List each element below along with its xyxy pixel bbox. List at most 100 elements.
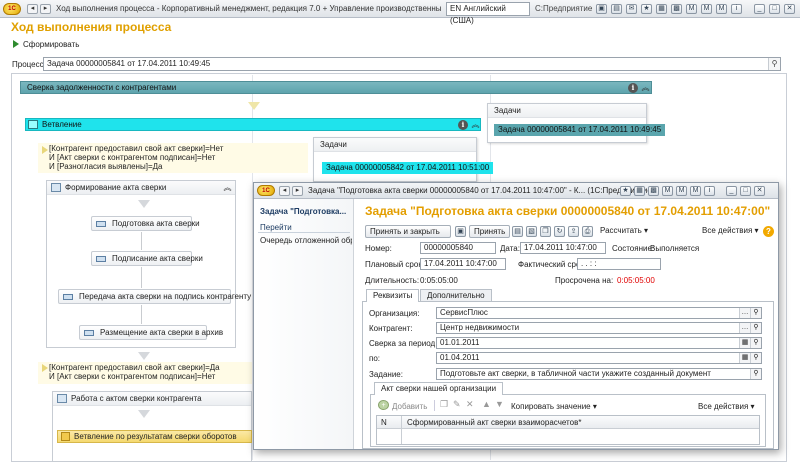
tab-our-act[interactable]: Акт сверки нашей организации <box>374 382 504 395</box>
step-transfer[interactable]: Передача акта сверки на подпись контраге… <box>58 289 251 304</box>
copy-value-button[interactable]: Копировать значение ▾ <box>511 402 597 411</box>
date-field[interactable]: 17.04.2011 10:47:00 <box>520 242 606 254</box>
structure-icon[interactable]: ▧ <box>526 226 537 237</box>
calendar-icon[interactable]: ▦ <box>634 186 645 196</box>
search-icon[interactable]: ⚲ <box>750 369 761 379</box>
search-icon[interactable]: ⚲ <box>750 353 761 363</box>
help-icon[interactable]: ? <box>763 226 774 237</box>
calendar-icon[interactable]: ▦ <box>739 353 750 363</box>
move-up-icon[interactable]: ▲ <box>482 399 491 409</box>
delete-icon[interactable]: ✕ <box>466 399 474 410</box>
app-logo-icon[interactable]: 1С <box>3 3 21 15</box>
collapse-icon[interactable]: ︽ <box>640 82 651 93</box>
list-icon[interactable]: … <box>739 323 750 333</box>
minimize-icon[interactable]: _ <box>726 186 737 196</box>
print-icon[interactable]: ⎙ <box>582 226 593 237</box>
generate-button[interactable]: Сформировать <box>13 40 79 49</box>
copy-icon[interactable]: ❐ <box>440 399 448 410</box>
save-icon[interactable]: ▣ <box>596 4 607 14</box>
info-icon[interactable]: i <box>731 4 742 14</box>
collapse-icon[interactable]: ︽ <box>470 119 481 130</box>
all-actions-button[interactable]: Все действия ▾ <box>698 225 763 238</box>
search-icon[interactable]: ⚲ <box>750 308 761 318</box>
calculator-icon[interactable]: ▩ <box>671 4 682 14</box>
star-icon[interactable]: ★ <box>641 4 652 14</box>
accept-button[interactable]: Принять <box>469 225 511 238</box>
period-from-field[interactable]: 01.01.2011 ▦ ⚲ <box>436 337 762 349</box>
memory-clear-icon[interactable]: M <box>690 186 701 196</box>
state-value: Выполняется <box>650 244 700 253</box>
back-icon[interactable]: ◂ <box>27 4 38 14</box>
work-panel-header[interactable]: Работа с актом сверки контрагента <box>53 392 251 406</box>
copy-icon[interactable]: ❐ <box>540 226 551 237</box>
list-icon[interactable]: … <box>739 308 750 318</box>
stage-header-reconciliation[interactable]: Сверка задолженности с контрагентами i ︽ <box>20 81 652 94</box>
sidebar-item-queue[interactable]: Очередь отложенной обра... <box>260 236 352 245</box>
print-icon[interactable]: ▤ <box>611 4 622 14</box>
collapse-icon[interactable]: ︽ <box>222 182 233 193</box>
branch-results-header[interactable]: Ветвление по результатам сверки оборотов <box>57 430 252 443</box>
memory-plus-icon[interactable]: M <box>662 186 673 196</box>
condition-arrow-icon <box>42 146 48 154</box>
task-field[interactable]: Подготовьте акт сверки, в табличной част… <box>436 368 762 380</box>
add-button[interactable]: Добавить <box>392 402 427 411</box>
save-icon[interactable]: ▣ <box>455 226 466 237</box>
process-input[interactable]: Задача 00000005841 от 17.04.2011 10:49:4… <box>43 57 781 71</box>
mail-icon[interactable]: ✉ <box>626 4 637 14</box>
edit-icon[interactable]: ✎ <box>453 399 461 410</box>
col-n-header[interactable]: N <box>381 418 387 427</box>
search-icon[interactable]: ⚲ <box>768 58 780 70</box>
branch-header[interactable]: Ветвление i ︽ <box>25 118 481 131</box>
step-prepare[interactable]: Подготовка акта сверки <box>91 216 200 231</box>
tab-additional[interactable]: Дополнительно <box>420 289 492 301</box>
planned-field[interactable]: 17.04.2011 10:47:00 <box>420 258 506 270</box>
forward-icon[interactable]: ▸ <box>292 186 303 196</box>
app-logo-icon[interactable]: 1С <box>257 185 275 196</box>
back-icon[interactable]: ◂ <box>279 186 290 196</box>
tab-requisites[interactable]: Реквизиты <box>366 289 420 302</box>
calculator-icon[interactable]: ▩ <box>648 186 659 196</box>
org-field[interactable]: СервисПлюс… ⚲ <box>436 307 762 319</box>
calculate-button[interactable]: Рассчитать ▾ <box>596 225 652 238</box>
search-icon[interactable]: ⚲ <box>750 338 761 348</box>
language-indicator[interactable]: EN Английский (США) <box>446 2 530 25</box>
step-archive[interactable]: Размещение акта сверки в архив <box>79 325 223 340</box>
period-to-field[interactable]: 01.04.2011 ▦ ⚲ <box>436 352 762 364</box>
document-icon[interactable]: ▤ <box>512 226 523 237</box>
close-icon[interactable]: ✕ <box>754 186 765 196</box>
calendar-icon[interactable]: ▦ <box>656 4 667 14</box>
maximize-icon[interactable]: □ <box>740 186 751 196</box>
table-all-actions-button[interactable]: Все действия ▾ <box>698 402 755 411</box>
task-link-branch[interactable]: Задача 00000005842 от 17.04.2011 10:51:0… <box>322 162 494 174</box>
memory-clear-icon[interactable]: M <box>716 4 727 14</box>
info-icon[interactable]: i <box>704 186 715 196</box>
condition-arrow-icon <box>42 364 48 372</box>
accept-close-button[interactable]: Принять и закрыть <box>365 225 451 238</box>
step-sign[interactable]: Подписание акта сверки <box>91 251 203 266</box>
search-icon[interactable]: ⚲ <box>750 323 761 333</box>
maximize-icon[interactable]: □ <box>769 4 780 14</box>
minimize-icon[interactable]: _ <box>754 4 765 14</box>
star-icon[interactable]: ★ <box>620 186 631 196</box>
forward-icon[interactable]: ▸ <box>40 4 51 14</box>
formation-panel-header[interactable]: Формирование акта сверки ︽ <box>47 181 235 195</box>
number-field[interactable]: 00000005840 <box>420 242 496 254</box>
export-icon[interactable]: ⇪ <box>568 226 579 237</box>
contr-field[interactable]: Центр недвижимости… ⚲ <box>436 322 762 334</box>
info-icon[interactable]: i <box>458 120 468 130</box>
refresh-icon[interactable]: ↻ <box>554 226 565 237</box>
flow-line <box>141 232 142 250</box>
sidebar-title[interactable]: Задача "Подготовка... <box>260 207 352 216</box>
move-down-icon[interactable]: ▼ <box>495 399 504 409</box>
calendar-icon[interactable]: ▦ <box>739 338 750 348</box>
memory-minus-icon[interactable]: M <box>676 186 687 196</box>
col-doc-header[interactable]: Сформированный акт сверки взаиморасчетов… <box>407 418 581 427</box>
close-icon[interactable]: ✕ <box>784 4 795 14</box>
contr-label: Контрагент: <box>369 324 413 333</box>
task-link-outer[interactable]: Задача 00000005841 от 17.04.2011 10:49:4… <box>494 124 666 136</box>
memory-plus-icon[interactable]: M <box>686 4 697 14</box>
memory-minus-icon[interactable]: M <box>701 4 712 14</box>
info-icon[interactable]: i <box>628 83 638 93</box>
subprocess-icon <box>57 394 67 403</box>
actual-field[interactable]: . . : : <box>577 258 661 270</box>
